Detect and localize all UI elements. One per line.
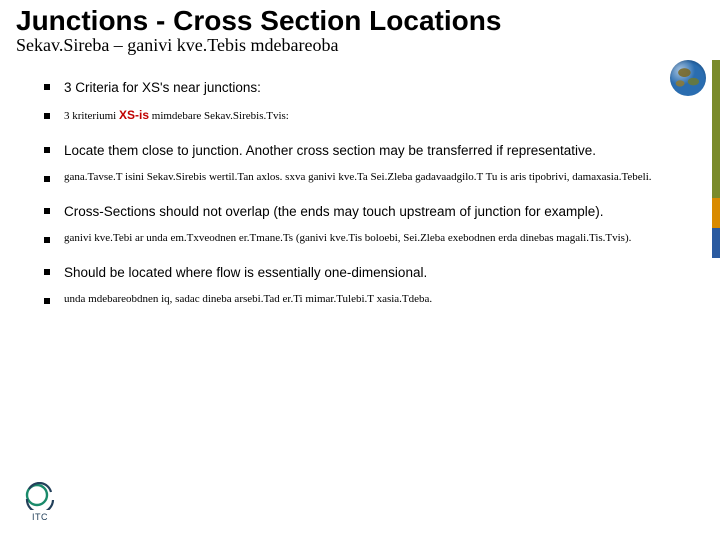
bullet-item: 3 kriteriumi XS-is mimdebare Sekav.Sireb…: [44, 103, 704, 127]
bullet-item: Should be located where flow is essentia…: [44, 259, 704, 286]
bullet-text: gana.Tavse.T isini Sekav.Sirebis wertil.…: [64, 166, 704, 188]
slide-subtitle: Sekav.Sireba – ganivi kve.Tebis mdebareo…: [16, 35, 704, 56]
bullet-item: Locate them close to junction. Another c…: [44, 137, 704, 164]
itc-logo-label: ITC: [18, 512, 62, 522]
bullet-fragment: 3 kriteriumi: [64, 110, 119, 122]
side-stripe-orange: [712, 198, 720, 228]
slide: Junctions - Cross Section Locations Seka…: [0, 0, 720, 540]
itc-logo-icon: [23, 482, 57, 510]
bullet-text: Cross-Sections should not overlap (the e…: [64, 198, 704, 225]
side-stripe-blue: [712, 228, 720, 258]
bullet-item: ganivi kve.Tebi ar unda em.Txveodnen er.…: [44, 227, 704, 249]
bullet-fragment: mimdebare Sekav.Sirebis.Tvis:: [149, 110, 289, 122]
bullet-text: 3 kriteriumi XS-is mimdebare Sekav.Sireb…: [64, 103, 704, 127]
bullet-item: 3 Criteria for XS's near junctions:: [44, 74, 704, 101]
bullet-text: 3 Criteria for XS's near junctions:: [64, 74, 704, 101]
bullet-text: Should be located where flow is essentia…: [64, 259, 704, 286]
content-area: 3 Criteria for XS's near junctions: 3 kr…: [16, 74, 704, 310]
side-stripe-olive: [712, 60, 720, 198]
itc-logo: ITC: [18, 482, 62, 522]
bullet-text: ganivi kve.Tebi ar unda em.Txveodnen er.…: [64, 227, 704, 249]
bullet-marker-icon: [44, 298, 50, 304]
bullet-item: gana.Tavse.T isini Sekav.Sirebis wertil.…: [44, 166, 704, 188]
bullet-marker-icon: [44, 237, 50, 243]
bullet-item: unda mdebareobdnen iq, sadac dineba arse…: [44, 288, 704, 310]
bullet-text: Locate them close to junction. Another c…: [64, 137, 704, 164]
globe-icon: [670, 60, 706, 96]
bullet-marker-icon: [44, 176, 50, 182]
bullet-text: unda mdebareobdnen iq, sadac dineba arse…: [64, 288, 704, 310]
bullet-marker-icon: [44, 147, 50, 153]
bullet-marker-icon: [44, 269, 50, 275]
slide-title: Junctions - Cross Section Locations: [16, 6, 704, 35]
bullet-marker-icon: [44, 208, 50, 214]
bullet-item: Cross-Sections should not overlap (the e…: [44, 198, 704, 225]
bullet-marker-icon: [44, 113, 50, 119]
bullet-marker-icon: [44, 84, 50, 90]
xs-highlight: XS-is: [119, 108, 149, 122]
